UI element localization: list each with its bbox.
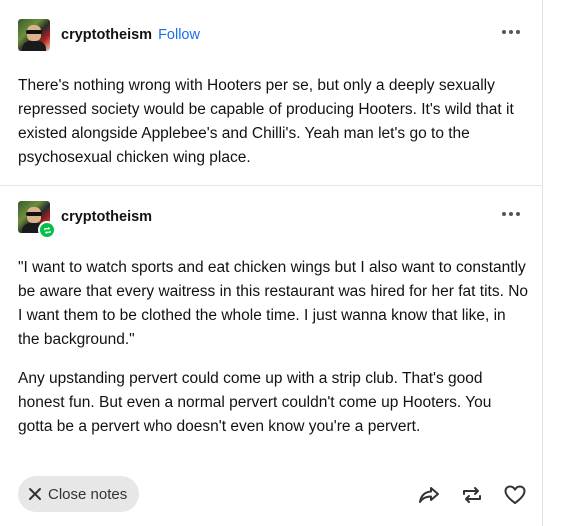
share-button[interactable] (416, 482, 442, 508)
share-icon (419, 487, 439, 503)
reblog-button[interactable] (459, 482, 485, 508)
post-actions (416, 482, 528, 508)
avatar-image (18, 19, 50, 51)
close-notes-label: Close notes (48, 485, 128, 503)
follow-button[interactable]: Follow (158, 27, 200, 43)
post-card: cryptotheism Follow There's nothing wron… (0, 0, 543, 526)
avatar[interactable] (18, 19, 50, 51)
reblog-badge-icon (38, 221, 56, 239)
reblog-icon (463, 487, 481, 503)
close-notes-button[interactable]: Close notes (18, 476, 140, 512)
reblog-post: cryptotheism "I want to watch sports and… (0, 186, 542, 526)
more-options-icon[interactable] (502, 212, 520, 216)
username[interactable]: cryptotheism (61, 27, 152, 43)
post-paragraph-text: "I want to watch sports and eat chicken … (18, 259, 529, 348)
close-icon (29, 488, 41, 500)
like-button[interactable] (502, 482, 528, 508)
post-paragraph: "I want to watch sports and eat chicken … (18, 256, 530, 352)
avatar[interactable] (18, 201, 56, 239)
post-paragraph: There's nothing wrong with Hooters per s… (18, 77, 514, 166)
post-footer: Close notes (0, 476, 542, 512)
post-header: cryptotheism Follow (18, 18, 200, 52)
post-paragraph: Any upstanding pervert could come up wit… (18, 367, 530, 439)
more-options-icon[interactable] (502, 30, 520, 34)
username[interactable]: cryptotheism (61, 209, 152, 225)
like-icon (504, 485, 526, 504)
original-post: cryptotheism Follow There's nothing wron… (0, 0, 542, 186)
post-paragraph-text: Any upstanding pervert could come up wit… (18, 370, 492, 435)
post-body: There's nothing wrong with Hooters per s… (18, 74, 530, 170)
post-header: cryptotheism (18, 200, 152, 239)
